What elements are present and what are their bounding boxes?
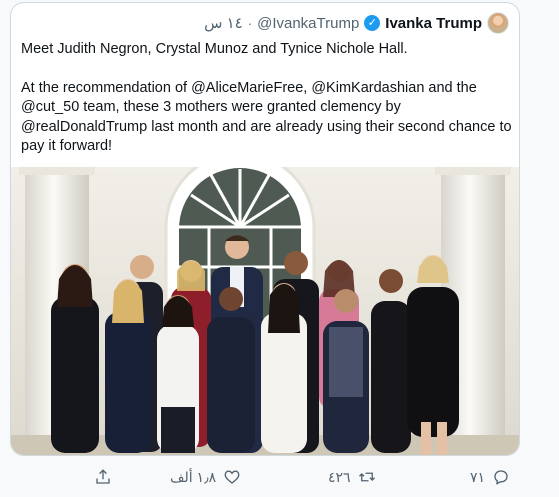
display-name[interactable]: Ivanka Trump [385, 15, 482, 32]
tweet-header: Ivanka Trump ✓ @IvankaTrump · ١٤ س [204, 11, 509, 35]
reply-count: ٧١ [470, 468, 486, 485]
reply-action[interactable]: ٧١ [470, 462, 510, 492]
retweet-action[interactable]: ٤٢٦ [328, 462, 376, 492]
group-photo-illustration [11, 167, 519, 455]
like-action[interactable]: ١٫٨ ألف [170, 462, 241, 492]
retweet-count: ٤٢٦ [328, 468, 351, 485]
share-action[interactable] [94, 462, 112, 492]
tweet-text: Meet Judith Negron, Crystal Munoz and Ty… [21, 40, 513, 157]
reply-icon[interactable] [492, 468, 510, 486]
avatar[interactable] [487, 12, 509, 34]
like-icon[interactable] [223, 468, 241, 486]
share-icon[interactable] [94, 468, 112, 486]
tweet-paragraph-1: Meet Judith Negron, Crystal Munoz and Ty… [21, 41, 408, 57]
verified-badge-icon: ✓ [364, 15, 381, 31]
tweet-photo[interactable] [11, 167, 519, 455]
user-handle[interactable]: @IvankaTrump [257, 15, 359, 32]
like-count: ١٫٨ ألف [170, 468, 217, 485]
tweet-timestamp[interactable]: ١٤ س [204, 14, 243, 32]
tweet-actions: ٧١ ٤٢٦ ١٫٨ ألف [0, 462, 559, 492]
separator-dot: · [247, 15, 253, 31]
tweet-paragraph-2: At the recommendation of @AliceMarieFree… [21, 79, 512, 155]
tweet-card[interactable]: Ivanka Trump ✓ @IvankaTrump · ١٤ س Meet … [10, 2, 520, 456]
retweet-icon[interactable] [358, 468, 376, 486]
